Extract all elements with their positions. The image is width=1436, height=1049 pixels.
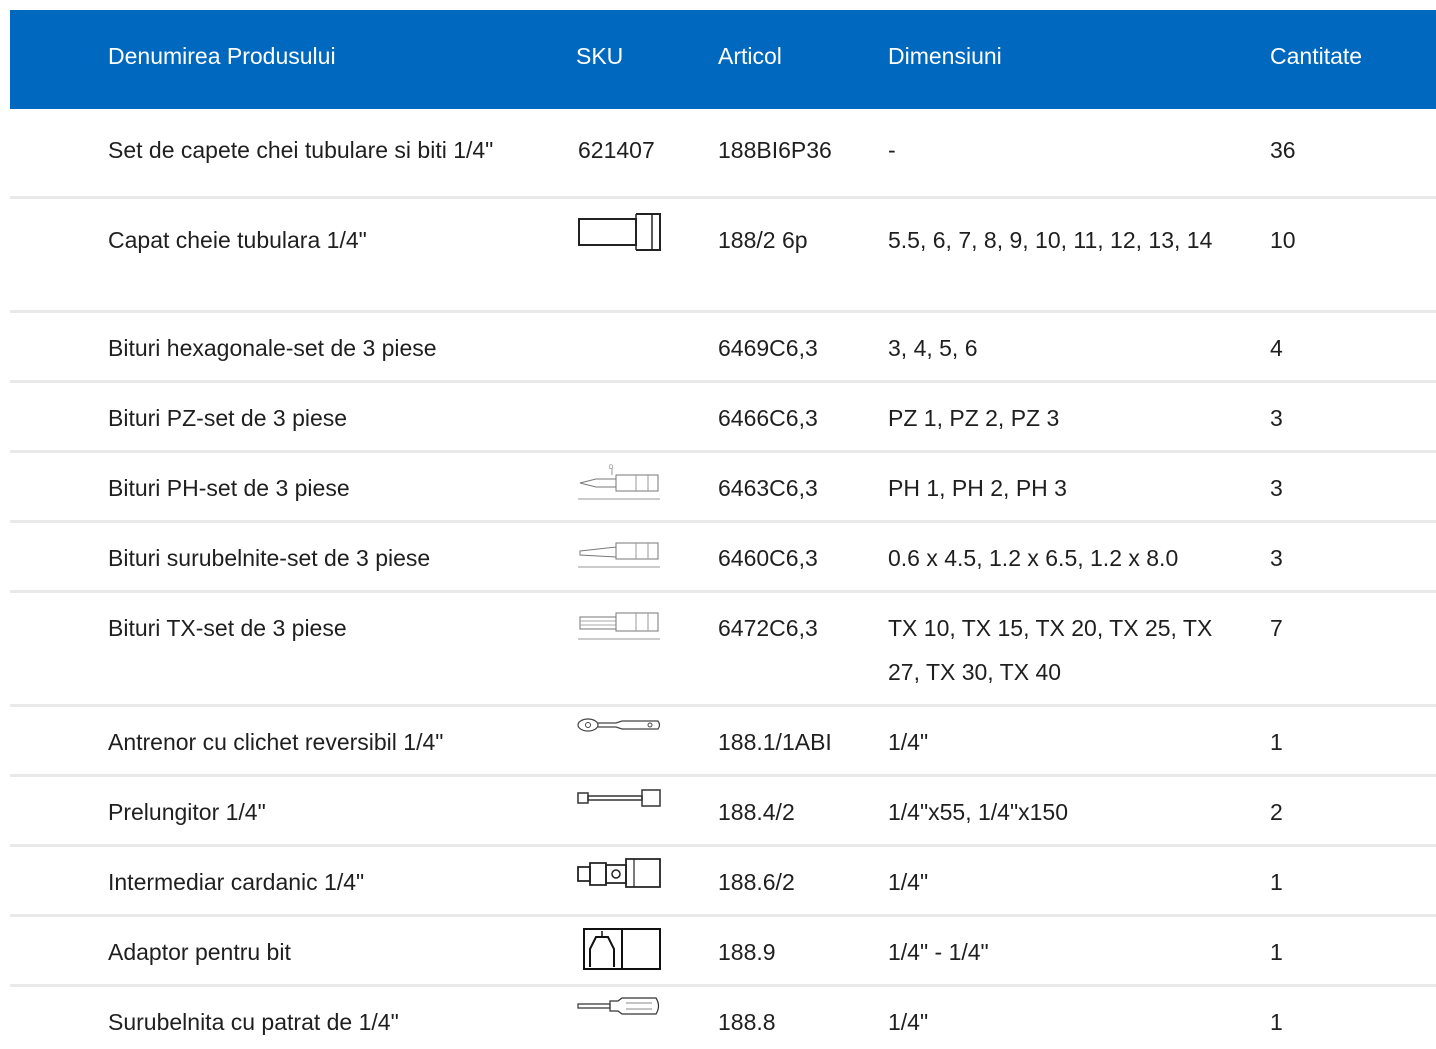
product-quantity: 3 xyxy=(1270,405,1283,431)
product-dimensions: 3, 4, 5, 6 xyxy=(888,335,978,361)
product-quantity: 7 xyxy=(1270,615,1283,641)
product-name: Adaptor pentru bit xyxy=(108,939,291,965)
table-row: Adaptor pentru bit 188.9 1/4" - 1/4" 1 xyxy=(10,917,1436,987)
product-article: 6466C6,3 xyxy=(718,405,818,431)
product-quantity: 1 xyxy=(1270,1009,1283,1035)
svg-text:D: D xyxy=(609,465,614,471)
product-article: 6463C6,3 xyxy=(718,475,818,501)
product-article: 188.8 xyxy=(718,1009,776,1035)
product-dimensions: 0.6 x 4.5, 1.2 x 6.5, 1.2 x 8.0 xyxy=(888,545,1179,571)
socket-icon xyxy=(576,211,662,253)
product-article: 188.9 xyxy=(718,939,776,965)
product-quantity: 2 xyxy=(1270,799,1283,825)
flat-bit-icon xyxy=(576,533,662,575)
table-row: Bituri PZ-set de 3 piese 6466C6,3 PZ 1, … xyxy=(10,383,1436,453)
product-name: Intermediar cardanic 1/4" xyxy=(108,869,365,895)
product-name: Set de capete chei tubulare si biti 1/4" xyxy=(108,137,494,163)
product-article: 188BI6P36 xyxy=(718,137,832,163)
product-dimensions: 1/4" xyxy=(888,729,929,755)
product-dimensions: 1/4" xyxy=(888,869,929,895)
table-row: Surubelnita cu patrat de 1/4" 188.8 1/4"… xyxy=(10,987,1436,1049)
product-name: Capat cheie tubulara 1/4" xyxy=(108,227,367,253)
product-name: Bituri PH-set de 3 piese xyxy=(108,475,350,501)
product-dimensions: - xyxy=(888,137,896,163)
product-dimensions: 5.5, 6, 7, 8, 9, 10, 11, 12, 13, 14 xyxy=(888,227,1213,253)
product-name: Bituri TX-set de 3 piese xyxy=(108,615,347,641)
product-dimensions: PZ 1, PZ 2, PZ 3 xyxy=(888,405,1060,431)
product-dimensions: 1/4"x55, 1/4"x150 xyxy=(888,799,1069,825)
product-article: 6460C6,3 xyxy=(718,545,818,571)
product-article: 188.6/2 xyxy=(718,869,795,895)
product-name: Antrenor cu clichet reversibil 1/4" xyxy=(108,729,444,755)
table-header: Denumirea Produsului SKU Articol Dimensi… xyxy=(10,10,1436,109)
product-name: Bituri PZ-set de 3 piese xyxy=(108,405,348,431)
product-dimensions: 1/4" - 1/4" xyxy=(888,939,989,965)
product-quantity: 3 xyxy=(1270,545,1283,571)
table-row: Prelungitor 1/4" 188.4/2 1/4"x55, 1/4"x1… xyxy=(10,777,1436,847)
table-row: Antrenor cu clichet reversibil 1/4" 188.… xyxy=(10,707,1436,777)
product-dimensions: 1/4" xyxy=(888,1009,929,1035)
product-article: 6472C6,3 xyxy=(718,615,818,641)
product-quantity: 36 xyxy=(1270,137,1296,163)
table-row: Bituri PH-set de 3 piese D 6463C6,3 PH 1… xyxy=(10,453,1436,523)
screwdriver-icon xyxy=(576,995,662,1019)
product-quantity: 1 xyxy=(1270,869,1283,895)
product-name: Bituri hexagonale-set de 3 piese xyxy=(108,335,437,361)
product-article: 188/2 6p xyxy=(718,227,808,253)
header-sku: SKU xyxy=(576,43,624,69)
product-quantity: 4 xyxy=(1270,335,1283,361)
product-article: 6469C6,3 xyxy=(718,335,818,361)
product-quantity: 3 xyxy=(1270,475,1283,501)
product-name: Surubelnita cu patrat de 1/4" xyxy=(108,1009,399,1035)
product-article: 188.1/1ABI xyxy=(718,729,832,755)
ph-bit-icon: D xyxy=(576,463,662,505)
ratchet-icon xyxy=(576,715,662,741)
product-quantity: 1 xyxy=(1270,939,1283,965)
product-dimensions: PH 1, PH 2, PH 3 xyxy=(888,475,1067,501)
table-row: Intermediar cardanic 1/4" 188.6/2 1/4" 1 xyxy=(10,847,1436,917)
table-row: Capat cheie tubulara 1/4" 188/2 6p 5.5, … xyxy=(10,199,1436,313)
product-article: 188.4/2 xyxy=(718,799,795,825)
universal-joint-icon xyxy=(576,857,662,891)
bit-adapter-icon xyxy=(582,927,662,971)
header-dimensions: Dimensiuni xyxy=(888,43,1002,69)
product-name: Bituri surubelnite-set de 3 piese xyxy=(108,545,431,571)
extension-bar-icon xyxy=(576,787,662,811)
product-name: Prelungitor 1/4" xyxy=(108,799,266,825)
table-row: Set de capete chei tubulare si biti 1/4"… xyxy=(10,109,1436,199)
header-name: Denumirea Produsului xyxy=(108,43,336,69)
tx-bit-icon xyxy=(576,603,662,645)
header-article: Articol xyxy=(718,43,782,69)
table-row: Bituri TX-set de 3 piese 6472C6,3 TX 10,… xyxy=(10,593,1436,707)
table-row: Bituri hexagonale-set de 3 piese 6469C6,… xyxy=(10,313,1436,383)
product-dimensions: TX 10, TX 15, TX 20, TX 25, TX 27, TX 30… xyxy=(888,615,1213,685)
product-table: Denumirea Produsului SKU Articol Dimensi… xyxy=(10,10,1436,1049)
header-quantity: Cantitate xyxy=(1270,43,1363,69)
product-sku: 621407 xyxy=(578,137,655,163)
product-quantity: 1 xyxy=(1270,729,1283,755)
table-row: Bituri surubelnite-set de 3 piese 6460C6… xyxy=(10,523,1436,593)
product-quantity: 10 xyxy=(1270,227,1296,253)
